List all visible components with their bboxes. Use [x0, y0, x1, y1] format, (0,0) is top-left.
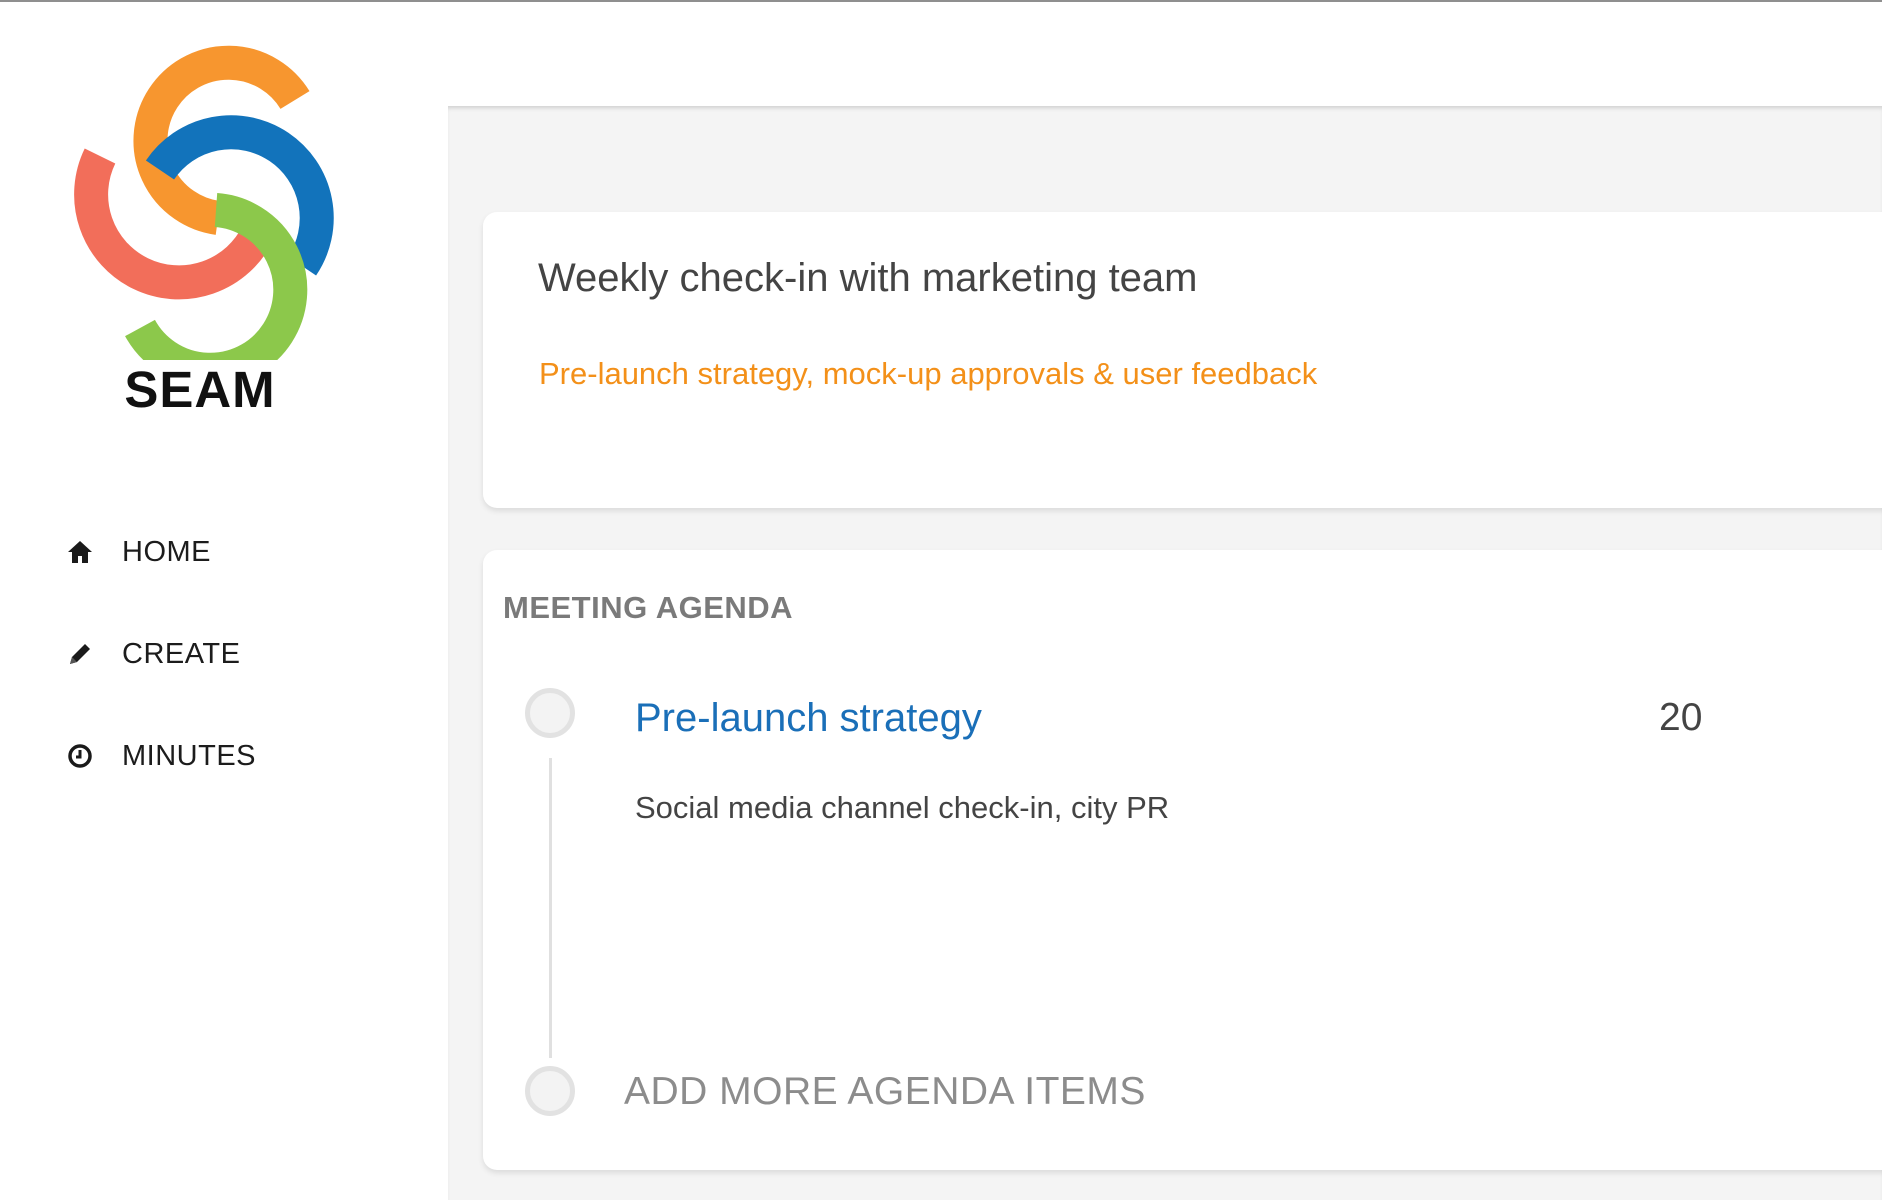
brand-name: SEAM	[124, 361, 276, 418]
sidebar: SEAM HOME CREATE MINUTES	[0, 2, 448, 1200]
agenda-item-marker[interactable]	[525, 688, 575, 738]
meeting-card: Weekly check-in with marketing team Pre-…	[483, 212, 1882, 508]
main-content: Weekly check-in with marketing team Pre-…	[448, 106, 1882, 1200]
home-icon	[64, 536, 96, 568]
seam-logo	[74, 45, 334, 360]
clock-icon	[64, 740, 96, 772]
sidebar-item-home[interactable]: HOME	[64, 522, 424, 582]
sidebar-item-label: HOME	[122, 535, 211, 568]
top-header	[448, 2, 1882, 106]
agenda-card: MEETING AGENDA Pre-launch strategy 20 So…	[483, 550, 1882, 1170]
meeting-subtitle: Pre-launch strategy, mock-up approvals &…	[539, 356, 1318, 391]
pencil-icon	[64, 638, 96, 670]
sidebar-item-label: CREATE	[122, 637, 241, 670]
meeting-title: Weekly check-in with marketing team	[538, 256, 1198, 300]
timeline-line	[549, 758, 552, 1058]
sidebar-item-label: MINUTES	[122, 739, 256, 772]
add-agenda-items-button[interactable]: ADD MORE AGENDA ITEMS	[624, 1070, 1146, 1114]
add-agenda-item-marker[interactable]	[525, 1066, 575, 1116]
agenda-item-description: Social media channel check-in, city PR	[635, 790, 1170, 825]
sidebar-nav: HOME CREATE MINUTES	[64, 522, 424, 828]
agenda-item-title[interactable]: Pre-launch strategy	[635, 696, 982, 741]
agenda-item-duration: 20	[1659, 696, 1703, 739]
sidebar-item-create[interactable]: CREATE	[64, 624, 424, 684]
sidebar-item-minutes[interactable]: MINUTES	[64, 726, 424, 786]
agenda-heading: MEETING AGENDA	[503, 590, 794, 625]
